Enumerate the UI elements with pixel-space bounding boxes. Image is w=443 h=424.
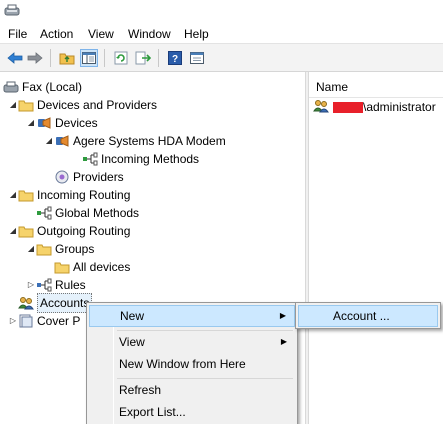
- tree-node-modem[interactable]: ◢ Agere Systems HDA Modem: [44, 132, 226, 150]
- tree-label: Incoming Methods: [101, 152, 200, 166]
- submenu-arrow-icon: ▶: [279, 311, 286, 320]
- menu-view[interactable]: View: [88, 26, 114, 42]
- fax-app-icon[interactable]: [4, 3, 20, 17]
- folder-open-icon: [18, 188, 34, 202]
- refresh-icon[interactable]: [112, 49, 130, 67]
- routing-methods-icon: [36, 206, 52, 220]
- tree-node-outgoing-routing[interactable]: ◢ Outgoing Routing: [8, 222, 130, 240]
- svg-text:?: ?: [172, 54, 178, 65]
- routing-methods-icon: [82, 152, 98, 166]
- title-bar: [0, 0, 443, 23]
- menu-help[interactable]: Help: [184, 26, 209, 42]
- context-menu: New ▶ View ▶ New Window from Here Refres…: [86, 302, 298, 424]
- toolbar-separator: [104, 49, 105, 67]
- accounts-icon: [18, 296, 34, 310]
- menu-item-label: Refresh: [119, 383, 162, 397]
- tree-node-cover-pages[interactable]: ▷ Cover P: [8, 312, 80, 330]
- tree-node-all-devices[interactable]: All devices: [44, 258, 130, 276]
- expanded-arrow-icon[interactable]: ◢: [8, 222, 18, 240]
- submenu-new: Account ...: [295, 302, 441, 329]
- forward-icon[interactable]: [26, 49, 44, 67]
- export-list-icon[interactable]: [134, 49, 152, 67]
- menu-item-account[interactable]: Account ...: [298, 305, 438, 327]
- folder-open-icon: [18, 98, 34, 112]
- tree-label: Global Methods: [55, 206, 140, 220]
- tree-label: Groups: [55, 242, 95, 256]
- menu-window[interactable]: Window: [128, 26, 171, 42]
- list-item[interactable]: \administrator: [313, 98, 436, 116]
- tree-label: All devices: [73, 260, 131, 274]
- tree-node-groups[interactable]: ◢ Groups: [26, 240, 94, 258]
- tree-node-devices[interactable]: ◢ Devices: [26, 114, 98, 132]
- tree-label: Devices and Providers: [37, 98, 158, 112]
- menu-file[interactable]: File: [8, 26, 27, 42]
- tree-node-global-methods[interactable]: Global Methods: [26, 204, 139, 222]
- tree-node-devices-and-providers[interactable]: ◢ Devices and Providers: [8, 96, 157, 114]
- menu-item-label: New Window from Here: [119, 357, 246, 371]
- properties-icon[interactable]: [188, 49, 206, 67]
- tree-label: Incoming Routing: [37, 188, 131, 202]
- modem-icon: [54, 134, 70, 148]
- menu-action[interactable]: Action: [40, 26, 73, 42]
- collapsed-arrow-icon[interactable]: ▷: [26, 276, 36, 294]
- tree-label: Outgoing Routing: [37, 224, 131, 238]
- expanded-arrow-icon[interactable]: ◢: [44, 132, 54, 150]
- menu-item-label: New: [120, 309, 145, 323]
- folder-icon: [54, 260, 70, 274]
- menu-item-label: View: [119, 335, 145, 349]
- cover-pages-icon: [18, 314, 34, 328]
- menu-item-export-list[interactable]: Export List...: [89, 401, 295, 423]
- tree-node-rules[interactable]: ▷ Rules: [26, 276, 86, 294]
- tree-node-fax-local[interactable]: Fax (Local): [3, 78, 82, 96]
- expanded-arrow-icon[interactable]: ◢: [26, 114, 36, 132]
- fax-icon: [3, 80, 19, 94]
- menu-item-new-window[interactable]: New Window from Here: [89, 353, 295, 375]
- help-icon[interactable]: ?: [166, 49, 184, 67]
- rules-icon: [36, 278, 52, 292]
- up-folder-icon[interactable]: [58, 49, 76, 67]
- submenu-arrow-icon: ▶: [280, 337, 287, 346]
- expanded-arrow-icon[interactable]: ◢: [26, 240, 36, 258]
- tree-label: Cover P: [37, 314, 81, 328]
- account-icon: [313, 99, 329, 116]
- tree-label: Rules: [55, 278, 86, 292]
- folder-open-icon: [18, 224, 34, 238]
- redacted-block: [333, 101, 363, 113]
- menu-item-label: Export List...: [119, 405, 186, 419]
- tree-node-accounts[interactable]: Accounts: [8, 293, 93, 313]
- toolbar-separator: [158, 49, 159, 67]
- menu-item-refresh[interactable]: Refresh: [89, 379, 295, 401]
- folder-open-icon: [36, 242, 52, 256]
- tree-label: Devices: [55, 116, 98, 130]
- column-header-label: Name: [316, 80, 349, 94]
- collapsed-arrow-icon[interactable]: ▷: [8, 312, 18, 330]
- back-icon[interactable]: [6, 49, 24, 67]
- tree-label: Providers: [73, 170, 124, 184]
- tree-label: Accounts: [37, 293, 93, 313]
- toolbar: ?: [0, 44, 443, 72]
- toolbar-separator: [50, 49, 51, 67]
- providers-icon: [54, 170, 70, 184]
- tree-node-incoming-routing[interactable]: ◢ Incoming Routing: [8, 186, 130, 204]
- tree-node-providers[interactable]: Providers: [44, 168, 124, 186]
- show-hide-tree-icon[interactable]: [80, 49, 98, 67]
- results-pane[interactable]: Name \administrator: [309, 74, 443, 424]
- tree-node-incoming-methods[interactable]: Incoming Methods: [72, 150, 199, 168]
- menu-item-new[interactable]: New ▶: [89, 305, 295, 327]
- expanded-arrow-icon[interactable]: ◢: [8, 186, 18, 204]
- menu-item-view[interactable]: View ▶: [89, 331, 295, 353]
- menu-item-label: Account ...: [333, 309, 390, 323]
- tree-label: Fax (Local): [22, 80, 83, 94]
- menu-bar: File Action View Window Help: [0, 23, 443, 44]
- account-name-suffix: \administrator: [363, 100, 436, 114]
- expanded-arrow-icon[interactable]: ◢: [8, 96, 18, 114]
- tree-label: Agere Systems HDA Modem: [73, 134, 226, 148]
- column-header-name[interactable]: Name: [309, 76, 443, 98]
- devices-icon: [36, 116, 52, 130]
